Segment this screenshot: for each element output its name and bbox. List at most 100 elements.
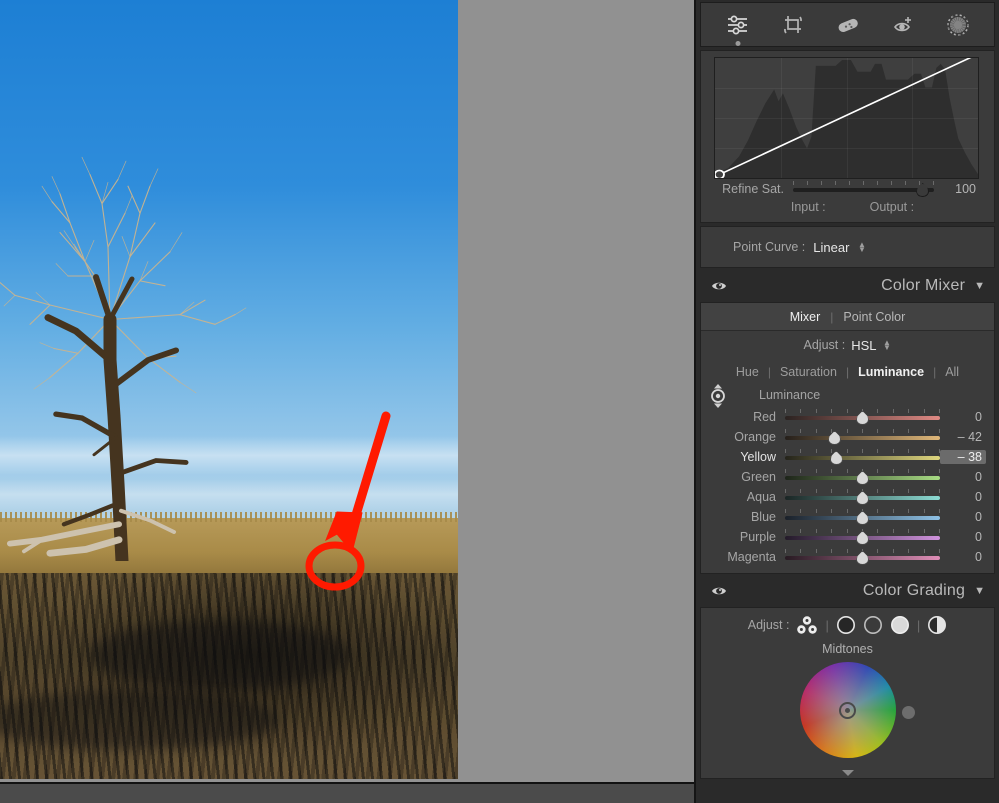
- cg-divider: |: [916, 617, 921, 633]
- subtab-luminance[interactable]: Luminance: [849, 365, 933, 379]
- right-edit-panel: Refine Sat. 100 Input : Output : Point C…: [694, 0, 999, 803]
- slider-label: Aqua: [746, 490, 776, 504]
- color-mixer-tabs: Mixer | Point Color: [701, 303, 994, 331]
- all-wheels-icon[interactable]: [796, 615, 818, 635]
- point-curve-block: Point Curve : Linear ▲ ▼: [700, 226, 995, 268]
- adjust-label: Adjust :: [803, 338, 846, 352]
- healing-brush-icon[interactable]: [831, 9, 865, 41]
- slider-value[interactable]: 0: [940, 410, 986, 424]
- tree-illustration: [0, 156, 247, 561]
- adjust-mode-stepper[interactable]: ▲ ▼: [882, 339, 891, 352]
- midtones-icon[interactable]: [863, 615, 883, 635]
- slider-ticks: [785, 429, 940, 433]
- cg-divider: |: [825, 617, 829, 633]
- slider-knob[interactable]: [856, 491, 869, 505]
- color-grading-block: Adjust : | | Midtones: [700, 607, 995, 779]
- color-mixer-visibility-eye-icon[interactable]: [710, 277, 728, 295]
- crop-icon[interactable]: [776, 9, 810, 41]
- slider-track-wrap[interactable]: [785, 468, 940, 486]
- slider-knob[interactable]: [856, 531, 869, 545]
- slider-row: Green 0: [701, 467, 994, 487]
- slider-knob[interactable]: [856, 411, 869, 425]
- refine-sat-track: [793, 188, 934, 192]
- color-mixer-block: Mixer | Point Color Adjust : HSL ▲ ▼ Hue …: [700, 302, 995, 574]
- blending-balance-icon[interactable]: [927, 615, 947, 635]
- slider-ticks: [793, 181, 934, 185]
- tab-point-color[interactable]: Point Color: [833, 310, 915, 324]
- highlights-icon[interactable]: [890, 615, 910, 635]
- slider-label: Blue: [750, 510, 776, 524]
- slider-track-wrap[interactable]: [785, 508, 940, 526]
- refine-sat-label: Refine Sat.: [722, 182, 784, 196]
- color-grading-visibility-eye-icon[interactable]: [710, 582, 728, 600]
- slider-label: Green: [741, 470, 776, 484]
- subtab-hue[interactable]: Hue: [727, 365, 768, 379]
- slider-ticks: [785, 449, 940, 453]
- slider-track-wrap[interactable]: [785, 548, 940, 566]
- slider-label: Purple: [739, 530, 776, 544]
- slider-track: [785, 436, 940, 440]
- slider-track-wrap[interactable]: [785, 488, 940, 506]
- slider-value[interactable]: – 42: [940, 430, 986, 444]
- refine-sat-knob[interactable]: [916, 183, 930, 197]
- tone-curve-graph-wrap: [701, 51, 994, 179]
- tab-mixer[interactable]: Mixer: [780, 310, 831, 324]
- slider-knob[interactable]: [828, 431, 842, 445]
- shadows-icon[interactable]: [836, 615, 856, 635]
- color-mixer-adjust-row: Adjust : HSL ▲ ▼: [701, 331, 994, 359]
- edit-sliders-icon[interactable]: [721, 9, 755, 46]
- masking-icon[interactable]: [941, 9, 975, 41]
- color-wheel[interactable]: [799, 662, 896, 758]
- lightroom-window: Refine Sat. 100 Input : Output : Point C…: [0, 0, 999, 803]
- slider-row: Red 0: [701, 407, 994, 427]
- adjust-mode-value[interactable]: HSL: [851, 338, 876, 353]
- refine-sat-track-wrap[interactable]: [793, 180, 934, 198]
- slider-value[interactable]: 0: [940, 470, 986, 484]
- refine-sat-value[interactable]: 100: [934, 182, 980, 196]
- photo-preview[interactable]: [0, 0, 458, 779]
- active-module-dot: [735, 40, 740, 46]
- slider-track: [785, 456, 940, 460]
- point-curve-value[interactable]: Linear: [813, 240, 849, 255]
- slider-value[interactable]: – 38: [940, 450, 986, 464]
- slider-value[interactable]: 0: [940, 530, 986, 544]
- slider-track-wrap[interactable]: [785, 428, 940, 446]
- slider-value[interactable]: 0: [940, 490, 986, 504]
- color-wheel-luminance-handle[interactable]: [901, 706, 915, 719]
- color-grading-header[interactable]: Color Grading ▼: [700, 577, 995, 605]
- targeted-adjustment-row: Luminance: [701, 384, 994, 408]
- targeted-adjustment-tool-icon[interactable]: [708, 384, 728, 408]
- slider-track-wrap[interactable]: [785, 448, 940, 466]
- slider-row: Purple 0: [701, 527, 994, 547]
- slider-knob[interactable]: [829, 451, 843, 465]
- color-mixer-header[interactable]: Color Mixer ▼: [700, 272, 995, 300]
- tone-curve-graph[interactable]: [714, 57, 979, 179]
- slider-value[interactable]: 0: [940, 550, 986, 564]
- color-grading-expand-caret-icon[interactable]: [841, 770, 854, 776]
- slider-row: Aqua 0: [701, 487, 994, 507]
- field-shadow: [90, 620, 350, 690]
- slider-track-wrap[interactable]: [785, 528, 940, 546]
- slider-track-wrap[interactable]: [785, 408, 940, 426]
- color-mixer-title: Color Mixer: [881, 277, 966, 294]
- hsl-subtabs: Hue | Saturation | Luminance | All: [701, 359, 994, 385]
- red-eye-icon[interactable]: [886, 9, 920, 41]
- color-wheel-area: [701, 656, 994, 776]
- point-curve-stepper[interactable]: ▲ ▼: [857, 241, 866, 254]
- channel-caption: Luminance: [759, 388, 821, 402]
- slider-value[interactable]: 0: [940, 510, 986, 524]
- subtab-saturation[interactable]: Saturation: [771, 365, 846, 379]
- slider-row: Blue 0: [701, 507, 994, 527]
- refine-sat-slider-row: Refine Sat. 100: [701, 179, 994, 199]
- color-mixer-disclosure-icon[interactable]: ▼: [974, 280, 985, 292]
- slider-knob[interactable]: [856, 471, 869, 485]
- module-toolbar: [700, 2, 995, 47]
- filmstrip-toolbar[interactable]: [0, 782, 694, 803]
- slider-label: Red: [753, 410, 776, 424]
- subtab-all[interactable]: All: [936, 365, 968, 379]
- slider-knob[interactable]: [856, 511, 869, 525]
- color-grading-disclosure-icon[interactable]: ▼: [974, 585, 985, 597]
- color-grading-range-label: Midtones: [822, 642, 873, 656]
- color-wheel-target-marker[interactable]: [839, 701, 856, 719]
- slider-knob[interactable]: [856, 551, 869, 565]
